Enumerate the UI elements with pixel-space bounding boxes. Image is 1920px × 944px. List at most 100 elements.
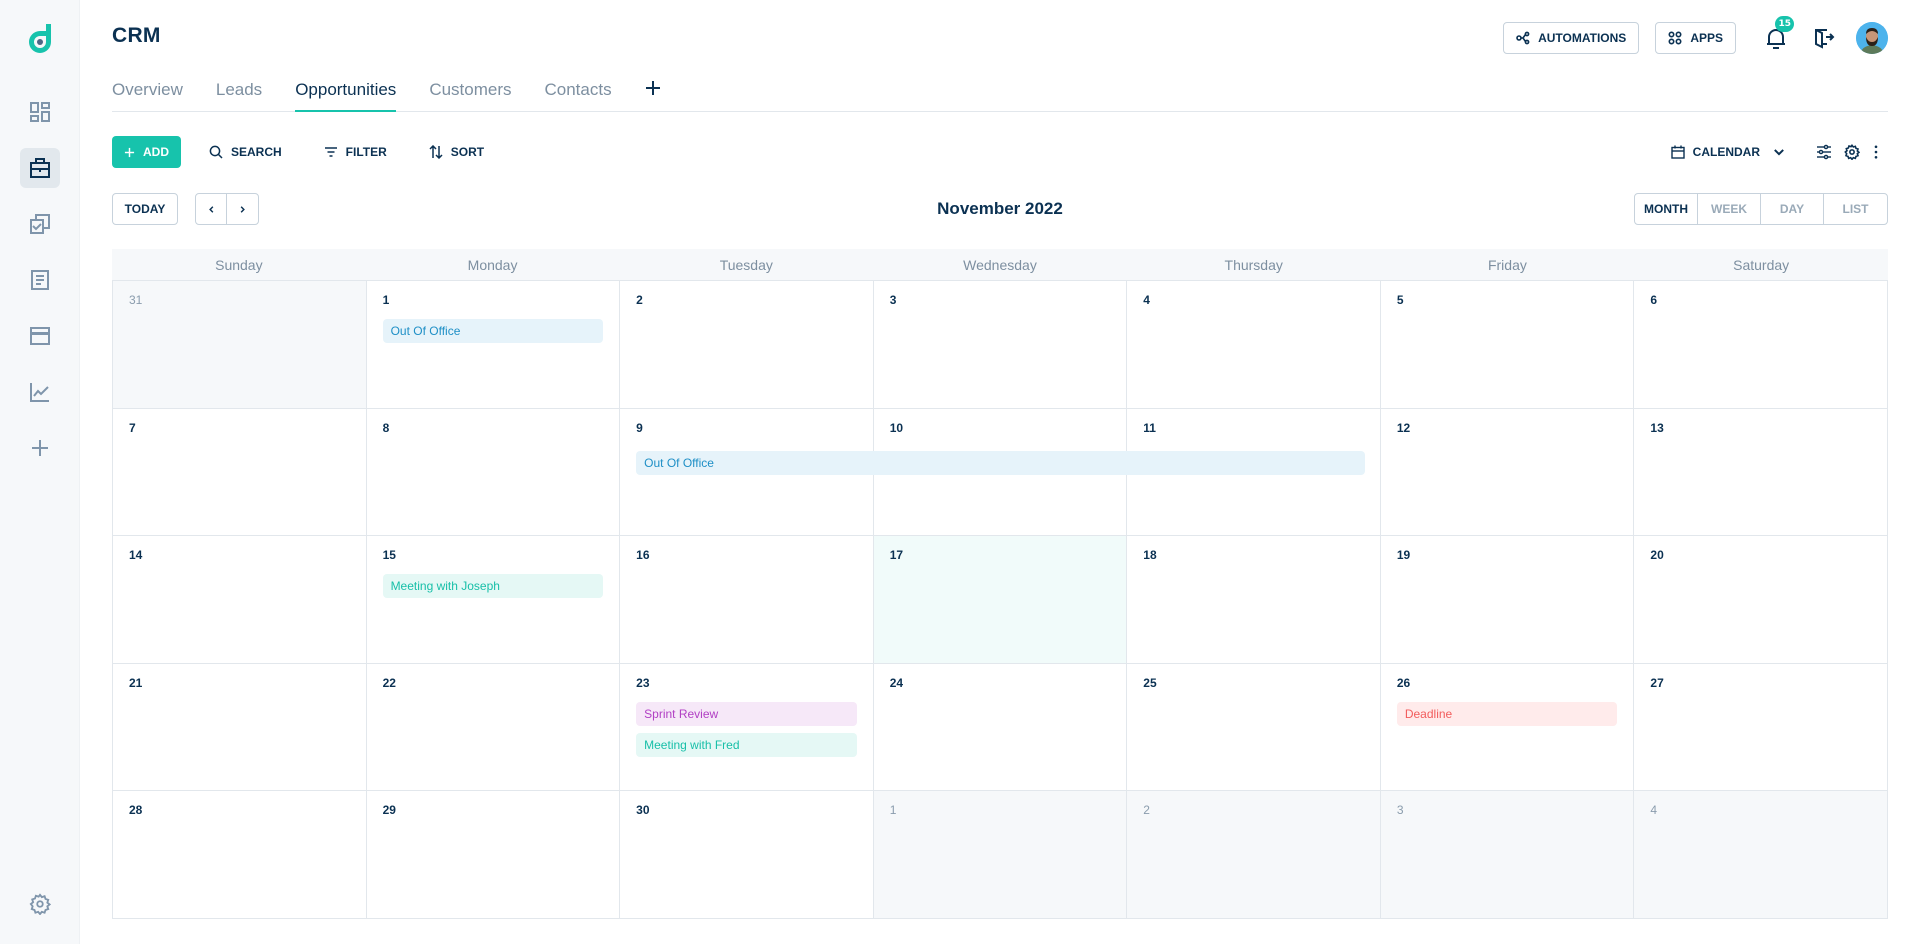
calendar-day-cell[interactable]: 14	[113, 536, 367, 663]
calendar-day-cell[interactable]: 4	[1127, 281, 1381, 408]
day-number: 6	[1650, 293, 1658, 307]
prev-month-button[interactable]	[196, 194, 227, 224]
adjust-settings-button[interactable]	[1808, 136, 1840, 168]
tab-leads[interactable]: Leads	[216, 74, 262, 111]
view-list-button[interactable]: LIST	[1824, 194, 1887, 224]
add-button[interactable]: ADD	[112, 136, 181, 168]
automations-button[interactable]: AUTOMATIONS	[1503, 22, 1640, 54]
sidebar-item-settings[interactable]	[20, 884, 60, 924]
calendar-week-row: 21 22 23 Sprint Review Meeting with Fred 24 25…	[113, 663, 1888, 791]
calendar-event[interactable]: Sprint Review	[636, 701, 857, 726]
search-label: SEARCH	[231, 145, 282, 159]
calendar-day-cell[interactable]: 31	[113, 281, 367, 408]
tab-contacts[interactable]: Contacts	[545, 74, 612, 111]
calendar-day-cell[interactable]: 25	[1127, 663, 1381, 790]
tab-bar: Overview Leads Opportunities Customers C…	[112, 74, 1888, 112]
tab-opportunities[interactable]: Opportunities	[295, 74, 397, 112]
calendar-day-cell[interactable]: 8	[367, 408, 621, 535]
calendar-week-row: 31 1 Out Of Office 2 3 4 5 6	[113, 281, 1888, 409]
sidebar-item-analytics[interactable]	[20, 372, 60, 412]
calendar-day-cell[interactable]: 26 Deadline	[1381, 663, 1635, 790]
calendar-day-cell[interactable]: 22	[367, 663, 621, 790]
sidebar-item-tasks[interactable]	[20, 204, 60, 244]
month-calendar: Sunday Monday Tuesday Wednesday Thursday…	[112, 249, 1888, 919]
view-day-button[interactable]: DAY	[1761, 194, 1824, 224]
calendar-day-cell[interactable]: 23 Sprint Review Meeting with Fred	[620, 663, 874, 790]
more-options-button[interactable]	[1864, 136, 1888, 168]
calendar-day-cell[interactable]: 27	[1634, 663, 1888, 790]
sidebar-item-add[interactable]	[20, 428, 60, 468]
calendar-day-cell[interactable]: 2	[1127, 791, 1381, 918]
sidebar-item-opportunities[interactable]	[20, 148, 60, 188]
weekday-label: Sunday	[215, 256, 263, 273]
view-selector-label: CALENDAR	[1692, 145, 1760, 159]
page-title: CRM	[112, 24, 161, 47]
calendar-event[interactable]: Deadline	[1396, 701, 1618, 726]
settings-button[interactable]	[1840, 136, 1864, 168]
apps-grid-icon	[1668, 31, 1682, 45]
day-number: 4	[1143, 293, 1150, 307]
day-number: 12	[1396, 420, 1411, 435]
day-number: 30	[636, 803, 650, 817]
calendar-day-cell[interactable]: 16	[620, 536, 874, 663]
view-week-button[interactable]: WEEK	[1698, 194, 1761, 224]
sliders-icon	[1817, 144, 1831, 160]
calendar-day-cell[interactable]: 29	[367, 791, 621, 918]
tab-overview[interactable]: Overview	[112, 74, 183, 111]
day-number: 4	[1650, 803, 1658, 817]
calendar-day-cell[interactable]: 1	[873, 791, 1128, 918]
add-tab-button[interactable]	[645, 74, 661, 111]
calendar-day-cell[interactable]: 30	[620, 791, 874, 918]
view-selector[interactable]: CALENDAR	[1659, 136, 1798, 168]
calendar-week-row: 28 29 30 1 2 3 4	[113, 791, 1888, 919]
gear-icon	[29, 893, 51, 915]
view-month-button[interactable]: MONTH	[1635, 194, 1698, 224]
app-logo-icon[interactable]	[24, 22, 56, 56]
notifications-button[interactable]: 15	[1760, 16, 1794, 54]
weekday-label: Monday	[467, 256, 518, 273]
user-avatar[interactable]	[1856, 22, 1888, 54]
sidebar-item-dashboard[interactable]	[20, 92, 60, 132]
weekday-label: Thursday	[1224, 256, 1283, 273]
calendar-day-cell[interactable]: 13	[1634, 408, 1888, 535]
day-events: Sprint Review Meeting with Fred	[636, 701, 857, 757]
filter-label: FILTER	[345, 145, 387, 159]
calendar-day-cell[interactable]: 18	[1127, 536, 1381, 663]
calendar-day-cell[interactable]: 19	[1381, 536, 1635, 663]
day-number: 17	[889, 548, 904, 562]
tab-customers[interactable]: Customers	[429, 74, 511, 111]
calendar-event-multiday[interactable]: Out Of Office	[636, 450, 1365, 475]
calendar-event[interactable]: Meeting with Joseph	[382, 574, 604, 598]
sidebar-item-documents[interactable]	[20, 260, 60, 300]
calendar-day-cell[interactable]: 1 Out Of Office	[367, 281, 621, 408]
calendar-day-cell[interactable]: 3	[874, 281, 1128, 408]
chevron-left-icon	[208, 205, 213, 213]
calendar-day-cell[interactable]: 4	[1634, 791, 1888, 918]
apps-button[interactable]: APPS	[1655, 22, 1736, 54]
calendar-day-cell[interactable]: 12	[1381, 408, 1635, 535]
filter-button[interactable]: FILTER	[312, 136, 399, 168]
day-number: 5	[1396, 293, 1404, 307]
calendar-icon	[1670, 145, 1685, 159]
today-button[interactable]: TODAY	[112, 193, 178, 225]
calendar-event[interactable]: Meeting with Fred	[636, 732, 857, 757]
card-icon	[30, 327, 50, 345]
search-button[interactable]: SEARCH	[197, 136, 294, 168]
calendar-day-cell[interactable]: 28	[113, 791, 367, 918]
calendar-day-cell[interactable]: 17	[873, 536, 1128, 663]
sort-button[interactable]: SORT	[417, 136, 496, 168]
calendar-day-cell[interactable]: 2	[620, 281, 874, 408]
next-month-button[interactable]	[227, 194, 258, 224]
day-number: 2	[636, 293, 643, 307]
logout-button[interactable]	[1808, 22, 1840, 54]
calendar-day-cell[interactable]: 20	[1634, 536, 1888, 663]
calendar-day-cell[interactable]: 21	[113, 663, 367, 790]
sidebar-item-billing[interactable]	[20, 316, 60, 356]
calendar-day-cell[interactable]: 6	[1634, 281, 1888, 408]
calendar-day-cell[interactable]: 5	[1381, 281, 1635, 408]
calendar-day-cell[interactable]: 15 Meeting with Joseph	[367, 536, 621, 663]
calendar-event[interactable]: Out Of Office	[382, 319, 604, 343]
calendar-day-cell[interactable]: 7	[113, 408, 367, 535]
calendar-day-cell[interactable]: 24	[874, 663, 1128, 790]
calendar-day-cell[interactable]: 3	[1380, 791, 1635, 918]
